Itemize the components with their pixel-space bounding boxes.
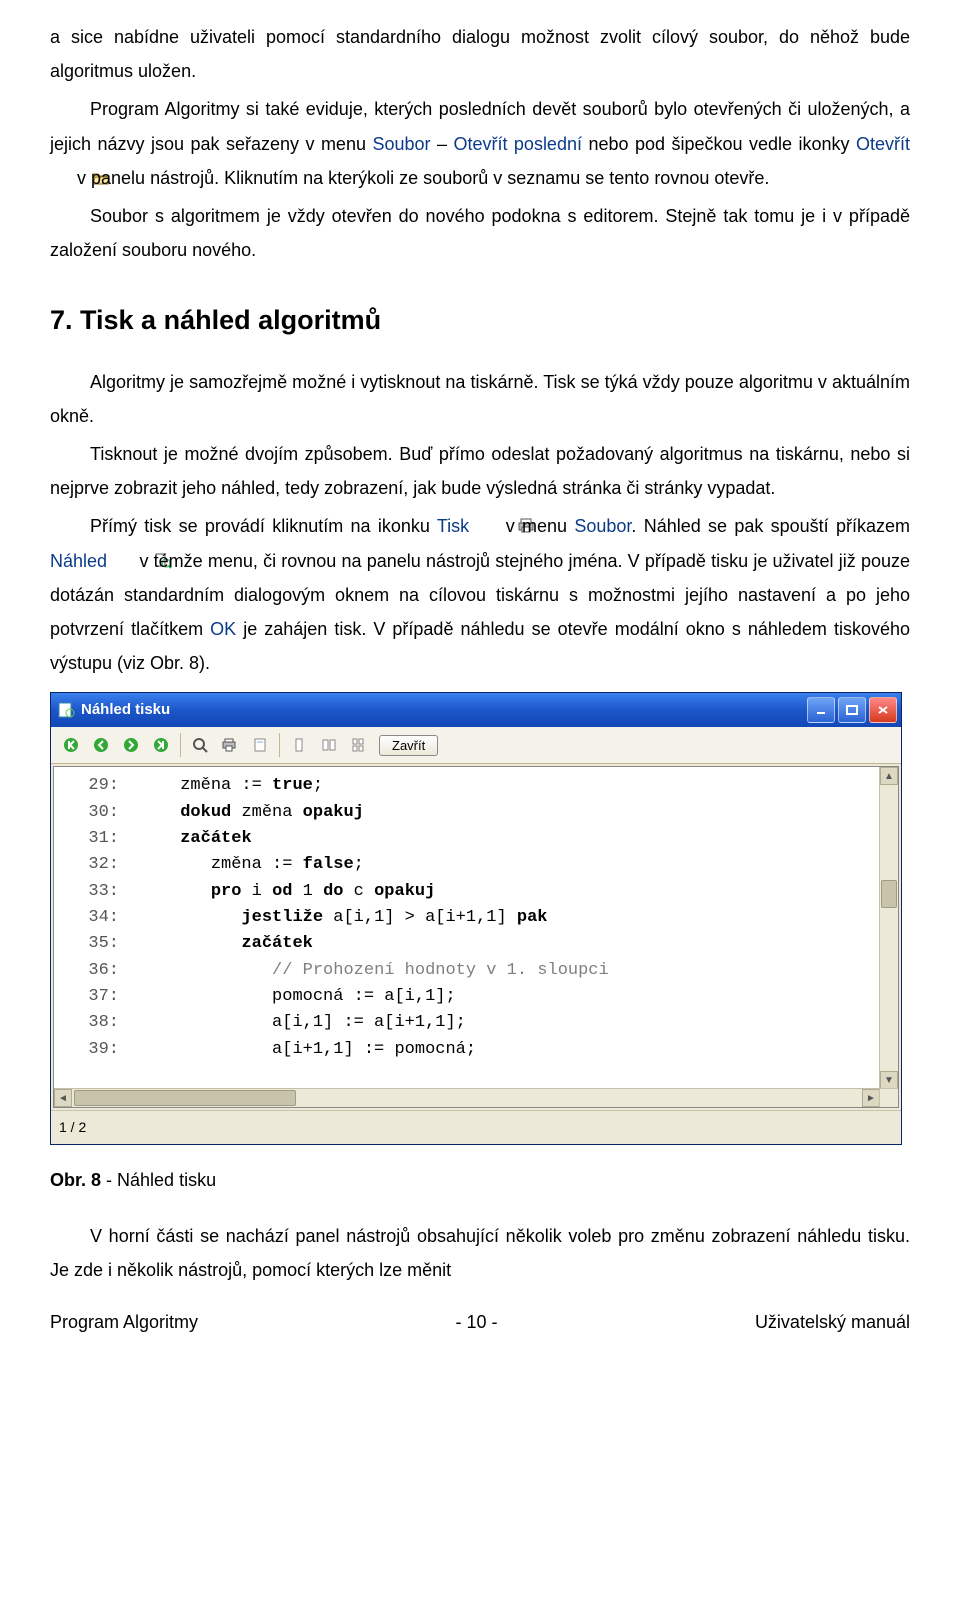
paragraph: Algoritmy je samozřejmě možné i vytiskno… [50,365,910,433]
two-page-button[interactable] [315,731,343,759]
app-icon [57,701,75,719]
preview-toolbar: Zavřít [51,727,901,764]
folder-open-icon [52,163,70,179]
window-titlebar[interactable]: Náhled tisku [51,693,901,727]
prev-page-button[interactable] [87,731,115,759]
text: . Náhled se pak spouští příkazem [631,516,910,536]
scroll-right-arrow-icon[interactable]: ► [862,1089,880,1107]
paragraph: Tisknout je možné dvojím způsobem. Buď p… [50,437,910,505]
page-setup-button[interactable] [246,731,274,759]
paragraph: Program Algoritmy si také eviduje, který… [50,92,910,195]
section-heading: 7. Tisk a náhled algoritmů [50,295,910,346]
paragraph: Přímý tisk se provádí kliknutím na ikonk… [50,509,910,680]
menu-ref-ok: OK [210,619,236,639]
vertical-scroll-thumb[interactable] [881,880,897,908]
horizontal-scrollbar[interactable]: ◄ ► [54,1088,880,1107]
footer-page-number: - 10 - [455,1305,497,1339]
print-preview-figure: Náhled tisku Zavří [50,692,910,1145]
menu-ref-soubor: Soubor [372,134,430,154]
text: v panelu nástrojů. Kliknutím na kterýkol… [77,168,769,188]
last-page-button[interactable] [147,731,175,759]
paragraph: a sice nabídne uživateli pomocí standard… [50,20,910,88]
figure-number: Obr. 8 [50,1170,101,1190]
vertical-scrollbar[interactable]: ▲ ▼ [879,767,898,1089]
scroll-up-arrow-icon[interactable]: ▲ [880,767,898,785]
menu-ref-soubor: Soubor [574,516,631,536]
menu-ref-otevrit: Otevřít [856,134,910,154]
one-page-button[interactable] [285,731,313,759]
close-preview-button[interactable]: Zavřít [379,735,438,756]
print-preview-icon [114,546,132,562]
code-preview: 29: změna := true; 30: dokud změna opaku… [54,767,898,1069]
toolbar-separator [279,733,280,757]
preview-viewport: 29: změna := true; 30: dokud změna opaku… [53,766,899,1108]
window-title: Náhled tisku [81,696,807,725]
menu-ref-tisk: Tisk [437,516,469,536]
scroll-down-arrow-icon[interactable]: ▼ [880,1071,898,1089]
first-page-button[interactable] [57,731,85,759]
scroll-left-arrow-icon[interactable]: ◄ [54,1089,72,1107]
footer-left: Program Algoritmy [50,1305,198,1339]
menu-ref-nahled: Náhled [50,551,107,571]
zoom-button[interactable] [186,731,214,759]
paragraph: Soubor s algoritmem je vždy otevřen do n… [50,199,910,267]
paragraph: V horní části se nachází panel nástrojů … [50,1219,910,1287]
text: nebo pod šipečkou vedle ikonky [582,134,856,154]
text: – [430,134,453,154]
document-page: a sice nabídne uživateli pomocí standard… [0,0,960,1350]
printer-icon [478,511,496,527]
horizontal-scroll-thumb[interactable] [74,1090,296,1106]
next-page-button[interactable] [117,731,145,759]
minimize-button[interactable] [807,697,835,723]
footer-right: Uživatelský manuál [755,1305,910,1339]
status-bar: 1 / 2 [51,1110,901,1144]
text: v menu [506,516,575,536]
close-button[interactable] [869,697,897,723]
scrollbar-corner [879,1088,898,1107]
print-button[interactable] [216,731,244,759]
figure-caption: Obr. 8 - Náhled tisku [50,1163,910,1197]
multi-page-button[interactable] [345,731,373,759]
figure-caption-text: - Náhled tisku [101,1170,216,1190]
toolbar-separator [180,733,181,757]
page-footer: Program Algoritmy - 10 - Uživatelský man… [50,1305,910,1339]
text: Přímý tisk se provádí kliknutím na ikonk… [90,516,437,536]
menu-ref-otevrit-posledni: Otevřít poslední [453,134,582,154]
print-preview-window: Náhled tisku Zavří [50,692,902,1145]
maximize-button[interactable] [838,697,866,723]
